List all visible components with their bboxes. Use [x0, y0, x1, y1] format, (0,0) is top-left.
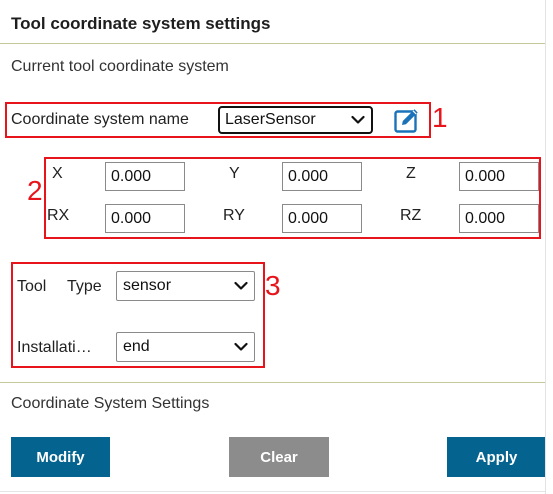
coordinate-system-select[interactable]: LaserSensor	[218, 106, 373, 134]
coordinate-system-name-label: Coordinate system name	[11, 111, 189, 128]
annotation-label-3: 3	[265, 270, 281, 301]
title-divider	[0, 43, 545, 44]
type-label: Type	[67, 278, 102, 295]
x-value: 0.000	[111, 167, 152, 185]
tool-coordinate-panel: Tool coordinate system settings Current …	[0, 0, 546, 494]
chevron-down-icon	[234, 281, 248, 290]
tool-type-selected: sensor	[123, 277, 172, 294]
rx-input[interactable]: 0.000	[105, 204, 185, 233]
rz-value: 0.000	[465, 209, 506, 227]
installation-label: Installati…	[17, 339, 92, 356]
tool-type-select[interactable]: sensor	[116, 271, 255, 301]
ry-value: 0.000	[288, 209, 329, 227]
edit-icon[interactable]	[393, 106, 421, 134]
coordinate-system-settings-label: Coordinate System Settings	[11, 395, 210, 412]
coordinate-system-selected: LaserSensor	[225, 111, 316, 128]
modify-button[interactable]: Modify	[11, 437, 110, 477]
annotation-label-2: 2	[27, 175, 43, 206]
annotation-label-1: 1	[432, 102, 448, 133]
installation-select[interactable]: end	[116, 332, 255, 362]
bottom-divider	[0, 491, 545, 492]
rz-label: RZ	[400, 207, 422, 224]
y-input[interactable]: 0.000	[282, 162, 362, 191]
rx-value: 0.000	[111, 209, 152, 227]
apply-button[interactable]: Apply	[447, 437, 546, 477]
y-label: Y	[229, 165, 240, 182]
page-title: Tool coordinate system settings	[11, 14, 271, 33]
y-value: 0.000	[288, 167, 329, 185]
z-input[interactable]: 0.000	[459, 162, 539, 191]
rz-input[interactable]: 0.000	[459, 204, 539, 233]
rx-label: RX	[47, 207, 70, 224]
chevron-down-icon	[351, 115, 365, 124]
section-divider	[0, 382, 545, 383]
section-subtitle: Current tool coordinate system	[11, 58, 229, 75]
ry-input[interactable]: 0.000	[282, 204, 362, 233]
z-label: Z	[406, 165, 416, 182]
installation-selected: end	[123, 338, 150, 355]
z-value: 0.000	[465, 167, 506, 185]
ry-label: RY	[223, 207, 245, 224]
x-label: X	[52, 165, 63, 182]
tool-label: Tool	[17, 278, 47, 295]
scroll-edge	[545, 0, 546, 494]
chevron-down-icon	[234, 342, 248, 351]
x-input[interactable]: 0.000	[105, 162, 185, 191]
clear-button[interactable]: Clear	[229, 437, 329, 477]
